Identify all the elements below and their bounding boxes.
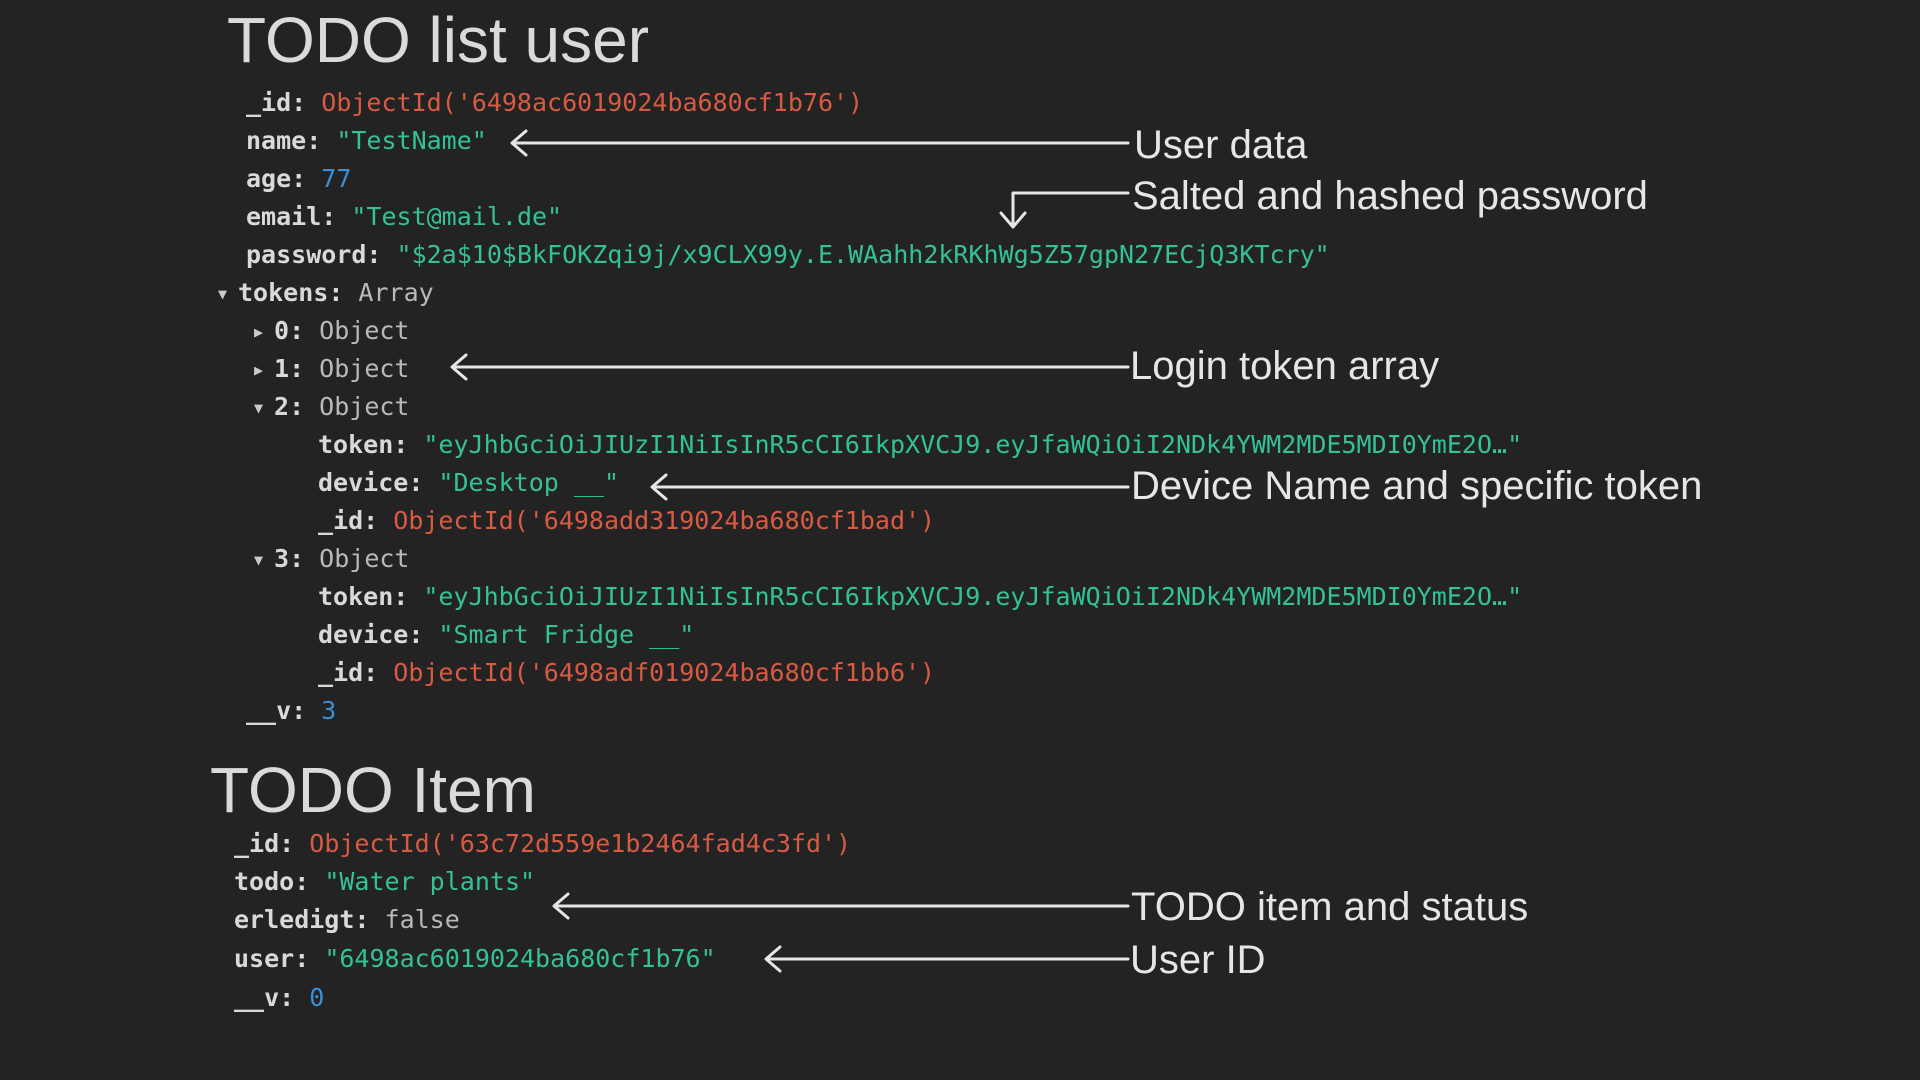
annotation-token-array: Login token array xyxy=(1130,344,1440,388)
annotation-item-status: TODO item and status xyxy=(1131,885,1529,929)
password-arrow xyxy=(999,191,1130,229)
device-arrow xyxy=(650,473,1130,501)
user-data-arrow xyxy=(510,129,1130,157)
user-id-arrow xyxy=(764,945,1130,973)
annotation-device: Device Name and specific token xyxy=(1131,464,1703,508)
annotation-arrows xyxy=(450,129,1130,973)
token-array-arrow xyxy=(450,353,1130,381)
annotation-user-data: User data xyxy=(1134,123,1308,167)
annotation-user-id: User ID xyxy=(1130,938,1266,982)
item-status-arrow xyxy=(552,892,1130,920)
annotation-password: Salted and hashed password xyxy=(1132,174,1648,218)
